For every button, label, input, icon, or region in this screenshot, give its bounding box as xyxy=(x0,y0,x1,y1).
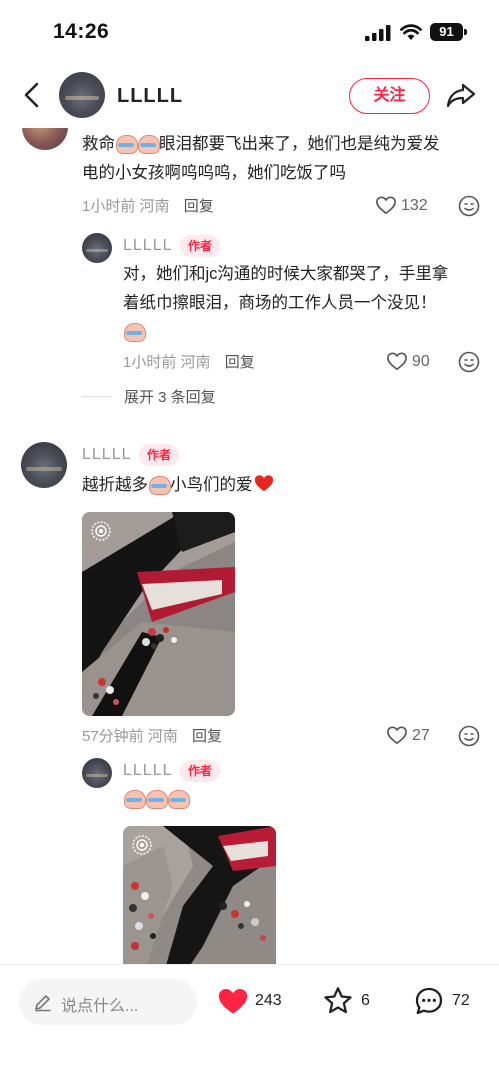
share-icon[interactable] xyxy=(445,80,477,110)
comment-photo[interactable] xyxy=(82,512,235,716)
reply-author-name[interactable]: LLLLL xyxy=(123,762,173,780)
commenter-avatar[interactable] xyxy=(22,128,68,150)
comment-feed[interactable]: 救命 眼泪都要飞出来了，她们也是纯为爱发 电的小女孩啊呜呜呜，她们吃饭了吗 1小时… xyxy=(0,128,499,964)
comment-count: 72 xyxy=(452,992,470,1009)
heart-outline-icon xyxy=(387,352,407,371)
heart-outline-icon xyxy=(376,196,396,215)
reply-emoji-row xyxy=(123,785,243,814)
comment-action[interactable]: 72 xyxy=(412,985,482,1019)
crying-emoji-icon xyxy=(137,132,160,154)
expand-divider xyxy=(82,396,112,397)
mall-photo-image xyxy=(82,512,235,716)
bottom-action-bar: 说点什么... 243 6 72 xyxy=(0,964,499,1080)
reply-location: 河南 xyxy=(180,354,211,371)
author-avatar[interactable] xyxy=(59,72,105,118)
reply-button[interactable]: 回复 xyxy=(192,728,222,745)
wifi-icon xyxy=(400,24,422,40)
signal-icon xyxy=(365,25,391,41)
pen-icon xyxy=(35,995,51,1012)
expand-replies[interactable]: 展开 3 条回复 xyxy=(82,386,302,408)
like-action[interactable]: 243 xyxy=(216,985,296,1019)
comment-bubble-icon xyxy=(415,987,443,1015)
author-name[interactable]: LLLLL xyxy=(117,85,183,108)
battery-indicator: 91 xyxy=(430,23,463,41)
star-count: 6 xyxy=(361,992,370,1009)
reply-author-name[interactable]: LLLLL xyxy=(123,237,173,255)
comment-input-placeholder: 说点什么... xyxy=(61,998,139,1015)
crying-emoji-icon xyxy=(148,473,171,495)
comment-meta: 1小时前 河南 回复 xyxy=(82,195,214,216)
comment-like-button[interactable]: 132 xyxy=(375,194,435,218)
status-time: 14:26 xyxy=(53,20,110,43)
comment-text-prefix: 越折越多 xyxy=(82,476,148,494)
comment-input[interactable]: 说点什么... xyxy=(19,979,197,1025)
like-count: 132 xyxy=(401,197,428,214)
battery-tip xyxy=(464,29,467,35)
like-count: 90 xyxy=(412,353,430,370)
comment-like-button[interactable]: 27 xyxy=(386,724,436,748)
comment-location: 河南 xyxy=(147,728,178,745)
comment-meta: 57分钟前 河南 回复 xyxy=(82,725,222,746)
comment-text-line1: 眼泪都要飞出来了，她们也是纯为爱发 xyxy=(159,135,440,153)
reply-meta: 1小时前 河南 回复 xyxy=(123,351,255,372)
reply-text: 对，她们和jc沟通的时候大家都哭了，手里拿 着纸巾擦眼泪，商场的工作人员一个没见… xyxy=(123,260,483,347)
comment-text: 越折越多 小鸟们的爱 xyxy=(82,471,482,500)
collect-action[interactable]: 6 xyxy=(321,985,381,1019)
nav-bar: LLLLL 关注 xyxy=(0,62,499,128)
comment-text-prefix: 救命 xyxy=(82,135,115,153)
like-count: 27 xyxy=(412,727,430,744)
commenter-avatar[interactable] xyxy=(21,442,67,488)
comment-text-line2: 电的小女孩啊呜呜呜，她们吃饭了吗 xyxy=(82,164,346,182)
reply-avatar[interactable] xyxy=(82,233,112,263)
expand-replies-label[interactable]: 展开 3 条回复 xyxy=(124,386,216,407)
reply-text-line1: 对，她们和jc沟通的时候大家都哭了，手里拿 xyxy=(123,265,449,283)
reply-text-line2: 着纸巾擦眼泪，商场的工作人员一个没见！ xyxy=(123,294,437,312)
comment-text-suffix: 小鸟们的爱 xyxy=(170,476,253,494)
emoji-reaction-icon[interactable] xyxy=(458,351,480,373)
emoji-reaction-icon[interactable] xyxy=(458,725,480,747)
status-bar: 14:26 91 xyxy=(0,0,499,62)
live-photo-icon xyxy=(132,835,152,855)
comment-text: 救命 眼泪都要飞出来了，她们也是纯为爱发 电的小女孩啊呜呜呜，她们吃饭了吗 xyxy=(82,130,482,188)
reply-button[interactable]: 回复 xyxy=(225,354,255,371)
star-icon xyxy=(324,987,352,1014)
author-badge: 作者 xyxy=(180,760,221,782)
live-photo-icon xyxy=(91,521,111,541)
back-arrow-icon[interactable] xyxy=(18,80,46,110)
like-count: 243 xyxy=(255,992,282,1009)
author-badge: 作者 xyxy=(139,444,180,466)
heart-filled-icon xyxy=(218,988,248,1014)
reply-photo[interactable] xyxy=(123,826,276,964)
heart-outline-icon xyxy=(387,726,407,745)
reply-time: 1小时前 xyxy=(123,354,177,371)
crying-emoji-icon xyxy=(123,787,146,809)
red-heart-icon xyxy=(254,475,273,492)
author-badge: 作者 xyxy=(180,235,221,257)
follow-button[interactable]: 关注 xyxy=(349,78,430,114)
crying-emoji-icon xyxy=(115,132,138,154)
comment-time: 1小时前 xyxy=(82,198,136,215)
comment-time: 57分钟前 xyxy=(82,728,144,745)
reply-avatar[interactable] xyxy=(82,758,112,788)
reply-button[interactable]: 回复 xyxy=(184,198,214,215)
emoji-reaction-icon[interactable] xyxy=(458,195,480,217)
comment-author-name[interactable]: LLLLL xyxy=(82,446,132,464)
crying-emoji-icon xyxy=(123,320,146,342)
crying-emoji-icon xyxy=(167,787,190,809)
comment-location: 河南 xyxy=(139,198,170,215)
reply-like-button[interactable]: 90 xyxy=(386,350,436,374)
crying-emoji-icon xyxy=(145,787,168,809)
